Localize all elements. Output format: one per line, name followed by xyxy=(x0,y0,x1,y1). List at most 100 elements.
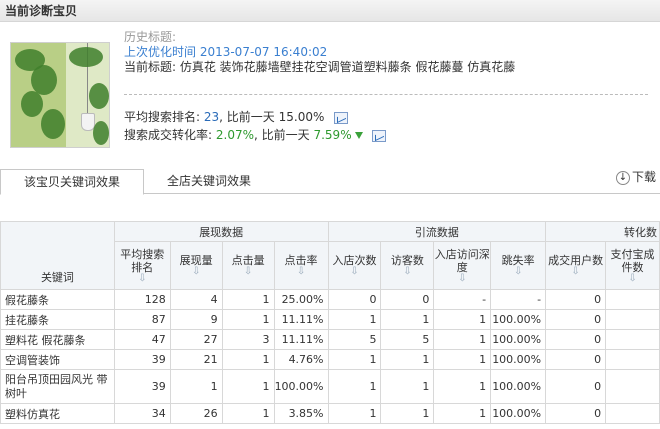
cell-buyers: 0 xyxy=(545,329,607,350)
table-row: 塑料仿真花 34 26 1 3.85% 1 1 1 100.00% 0 xyxy=(0,403,660,424)
cell-ctr: 4.76% xyxy=(273,349,329,370)
cell-avg-rank: 47 xyxy=(113,329,171,350)
col-keyword[interactable]: 关键词 xyxy=(0,221,115,290)
divider xyxy=(124,94,648,95)
cell-visitors: 1 xyxy=(380,309,435,330)
cell-depth: 1 xyxy=(433,369,492,404)
cell-depth: 1 xyxy=(433,349,492,370)
cell-clicks: 1 xyxy=(221,369,275,404)
avg-rank-label: 平均搜索排名: xyxy=(124,110,201,124)
cell-ctr: 3.85% xyxy=(273,403,329,424)
keyword-table: 关键词 展现数据 引流数据 转化数 平均搜索排名 ⇩ 展现量 ⇩ 点击量 ⇩ 点击率 ⇩… xyxy=(0,221,660,424)
cell-paid xyxy=(605,403,660,424)
avg-rank-compare: , 比前一天 xyxy=(219,110,275,124)
col-bounce[interactable]: 跳失率 ⇩ xyxy=(490,241,547,290)
cell-depth: - xyxy=(433,289,492,310)
download-button[interactable]: ↓ 下载 xyxy=(615,168,656,185)
cell-paid xyxy=(605,349,660,370)
cell-keyword[interactable]: 空调管装饰 xyxy=(0,349,115,370)
cell-visits: 0 xyxy=(327,289,382,310)
product-thumbnail[interactable] xyxy=(10,42,110,148)
col-depth-label: 入店访问深度 xyxy=(434,247,490,274)
sort-icon: ⇩ xyxy=(296,266,306,277)
cell-buyers: 0 xyxy=(545,289,607,310)
cell-paid xyxy=(605,309,660,330)
sort-icon: ⇩ xyxy=(571,266,580,277)
cell-avg-rank: 34 xyxy=(113,403,171,424)
tab-bar: 该宝贝关键词效果 全店关键词效果 xyxy=(0,165,660,195)
cell-impressions: 1 xyxy=(169,369,223,404)
cell-bounce: 100.00% xyxy=(490,369,547,404)
cell-buyers: 0 xyxy=(545,349,607,370)
cell-clicks: 1 xyxy=(221,403,275,424)
col-depth[interactable]: 入店访问深度 ⇩ xyxy=(433,241,492,290)
cell-buyers: 0 xyxy=(545,403,607,424)
metrics-panel: 平均搜索排名: 23, 比前一天 15.00% 搜索成交转化率: 2.07%, … xyxy=(124,108,387,144)
download-icon: ↓ xyxy=(615,170,630,185)
cell-depth: 1 xyxy=(433,329,492,350)
cell-paid xyxy=(605,369,660,404)
cell-keyword[interactable]: 阳台吊顶田园风光 带树叶 xyxy=(0,369,115,404)
table-row: 塑料花 假花藤条 47 27 3 11.11% 5 5 1 100.00% 0 xyxy=(0,329,660,350)
tab-item-keywords[interactable]: 该宝贝关键词效果 xyxy=(0,169,144,195)
cell-visitors: 5 xyxy=(380,329,435,350)
thumbnail-vine xyxy=(93,121,109,145)
col-avg-rank-label: 平均搜索排名 xyxy=(120,247,165,274)
cell-keyword[interactable]: 塑料仿真花 xyxy=(0,403,115,424)
col-impressions[interactable]: 展现量 ⇩ xyxy=(169,241,223,290)
sort-icon: ⇩ xyxy=(350,266,359,277)
avg-rank-change: 15.00% xyxy=(278,110,325,124)
cell-bounce: - xyxy=(490,289,547,310)
sort-icon: ⇩ xyxy=(513,266,523,277)
cell-visitors: 1 xyxy=(380,369,435,404)
sort-icon: ⇩ xyxy=(191,266,201,277)
col-clicks[interactable]: 点击量 ⇩ xyxy=(221,241,275,290)
cell-clicks: 1 xyxy=(221,289,275,310)
cell-ctr: 100.00% xyxy=(273,369,329,404)
sort-icon: ⇩ xyxy=(138,272,147,284)
cell-keyword[interactable]: 挂花藤条 xyxy=(0,309,115,330)
cell-paid xyxy=(605,329,660,350)
cell-impressions: 26 xyxy=(169,403,223,424)
col-paid-label: 支付宝成件数 xyxy=(610,247,655,274)
col-paid[interactable]: 支付宝成件数 ⇩ xyxy=(605,241,660,290)
conversion-compare: , 比前一天 xyxy=(254,128,310,142)
tab-store-keywords[interactable]: 全店关键词效果 xyxy=(155,169,263,195)
cell-avg-rank: 39 xyxy=(113,349,171,370)
cell-visitors: 1 xyxy=(380,403,435,424)
sort-icon: ⇩ xyxy=(243,266,253,277)
group-conversion: 转化数 xyxy=(545,221,660,242)
sort-icon: ⇩ xyxy=(628,272,637,284)
cell-depth: 1 xyxy=(433,403,492,424)
cell-visitors: 0 xyxy=(380,289,435,310)
trend-chart-icon[interactable] xyxy=(334,111,349,124)
col-ctr[interactable]: 点击率 ⇩ xyxy=(273,241,329,290)
cell-bounce: 100.00% xyxy=(490,403,547,424)
col-visitors[interactable]: 访客数 ⇩ xyxy=(380,241,435,290)
col-avg-rank[interactable]: 平均搜索排名 ⇩ xyxy=(113,241,171,290)
col-visits[interactable]: 入店次数 ⇩ xyxy=(327,241,382,290)
cell-impressions: 21 xyxy=(169,349,223,370)
cell-ctr: 11.11% xyxy=(273,309,329,330)
cell-bounce: 100.00% xyxy=(490,329,547,350)
avg-rank-value: 23 xyxy=(203,110,220,124)
cell-clicks: 1 xyxy=(221,349,275,370)
cell-avg-rank: 128 xyxy=(113,289,171,310)
product-info: 历史标题: 上次优化时间 2013-07-07 16:40:02 当前标题: 仿… xyxy=(124,30,515,75)
cell-depth: 1 xyxy=(433,309,492,330)
cell-keyword[interactable]: 假花藤条 xyxy=(0,289,115,310)
col-buyers[interactable]: 成交用户数 ⇩ xyxy=(545,241,607,290)
cell-visits: 1 xyxy=(327,349,382,370)
last-optimized-time[interactable]: 上次优化时间 2013-07-07 16:40:02 xyxy=(124,45,515,60)
history-title: 历史标题: xyxy=(124,30,177,44)
trend-chart-icon[interactable] xyxy=(372,129,387,142)
cell-ctr: 25.00% xyxy=(273,289,329,310)
conversion-row: 搜索成交转化率: 2.07%, 比前一天 7.59% xyxy=(124,126,387,144)
cell-clicks: 3 xyxy=(221,329,275,350)
cell-keyword[interactable]: 塑料花 假花藤条 xyxy=(0,329,115,350)
table-row: 假花藤条 128 4 1 25.00% 0 0 - - 0 xyxy=(0,289,660,310)
cell-visits: 1 xyxy=(327,309,382,330)
table-row: 空调管装饰 39 21 1 4.76% 1 1 1 100.00% 0 xyxy=(0,349,660,370)
cell-bounce: 100.00% xyxy=(490,309,547,330)
page-title: 当前诊断宝贝 xyxy=(0,0,660,22)
